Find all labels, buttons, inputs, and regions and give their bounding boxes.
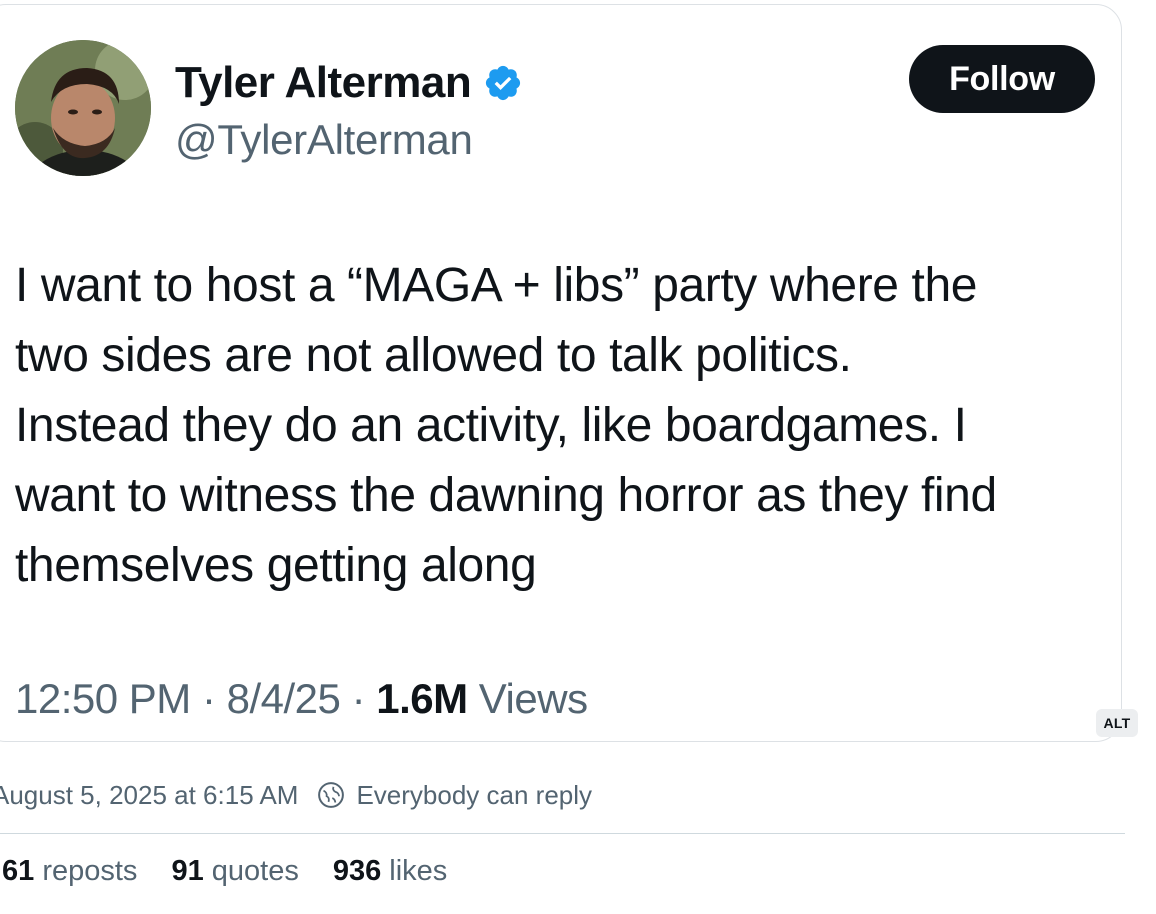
views-count: 1.6M bbox=[376, 675, 468, 722]
author-name[interactable]: Tyler Alterman bbox=[175, 58, 472, 108]
meta-separator: · bbox=[351, 675, 366, 722]
divider bbox=[0, 833, 1125, 834]
author-handle[interactable]: @TylerAlterman bbox=[175, 116, 473, 164]
tweet-meta: 12:50 PM · 8/4/25 · 1.6M Views bbox=[15, 675, 588, 723]
likes-count: 936 bbox=[332, 855, 382, 887]
meta-separator: · bbox=[201, 675, 216, 722]
reposts-count: 61 bbox=[2, 855, 35, 887]
avatar[interactable] bbox=[15, 40, 151, 176]
likes-stat[interactable]: 936 likes bbox=[333, 855, 447, 888]
views-label: Views bbox=[478, 675, 588, 722]
likes-label: likes bbox=[389, 855, 448, 887]
reply-globe-icon bbox=[316, 780, 346, 810]
tweet-screenshot-image[interactable]: Tyler Alterman @TylerAlterman Follow I w… bbox=[0, 4, 1122, 742]
reposts-stat[interactable]: 61 reposts bbox=[2, 855, 137, 888]
verified-badge-icon bbox=[483, 63, 523, 103]
quotes-count: 91 bbox=[171, 855, 204, 887]
post-info: August 5, 2025 at 6:15 AM Everybody can … bbox=[0, 775, 592, 815]
tweet-text: I want to host a “MAGA + libs” party whe… bbox=[15, 259, 997, 592]
reply-setting[interactable]: Everybody can reply bbox=[356, 780, 592, 811]
tweet-time: 12:50 PM bbox=[15, 675, 191, 722]
tweet-date: 8/4/25 bbox=[226, 675, 341, 722]
quotes-stat[interactable]: 91 quotes bbox=[171, 855, 298, 888]
author-row: Tyler Alterman bbox=[175, 57, 523, 109]
quotes-label: quotes bbox=[211, 855, 299, 887]
follow-button[interactable]: Follow bbox=[909, 45, 1095, 113]
post-page: Tyler Alterman @TylerAlterman Follow I w… bbox=[0, 0, 1156, 914]
post-timestamp[interactable]: August 5, 2025 at 6:15 AM bbox=[0, 780, 298, 811]
engagement-stats: 61 reposts 91 quotes 936 likes bbox=[2, 855, 481, 888]
alt-text-badge[interactable]: ALT bbox=[1096, 709, 1138, 737]
reposts-label: reposts bbox=[42, 855, 138, 887]
